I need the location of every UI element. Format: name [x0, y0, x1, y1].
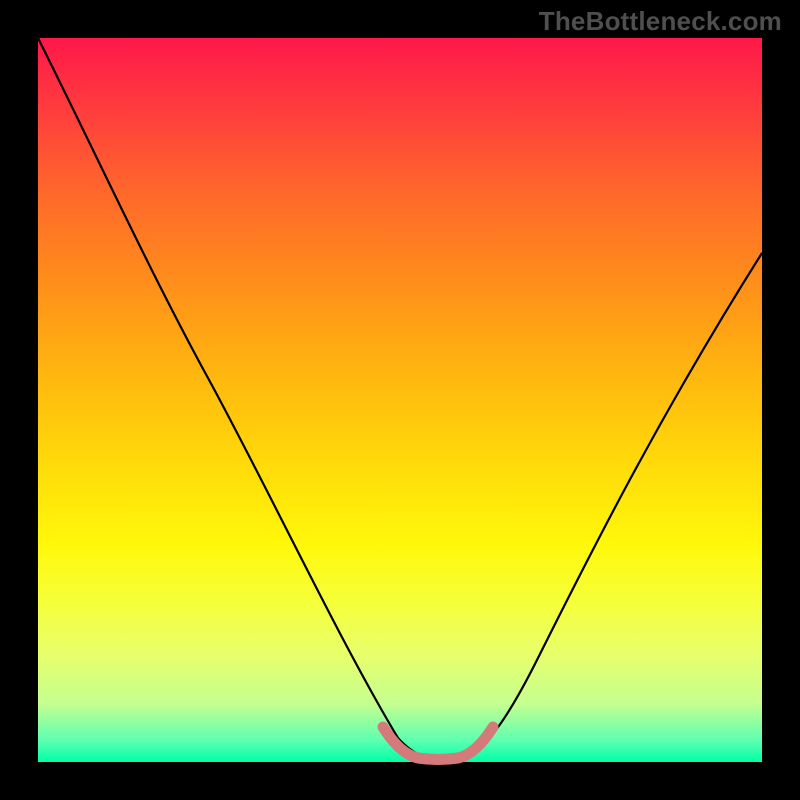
valley-floor-highlight	[383, 727, 493, 760]
bottleneck-curve	[38, 38, 762, 760]
plot-area	[38, 38, 762, 762]
watermark-text: TheBottleneck.com	[539, 6, 782, 37]
chart-frame: TheBottleneck.com	[0, 0, 800, 800]
curve-layer	[38, 38, 762, 762]
